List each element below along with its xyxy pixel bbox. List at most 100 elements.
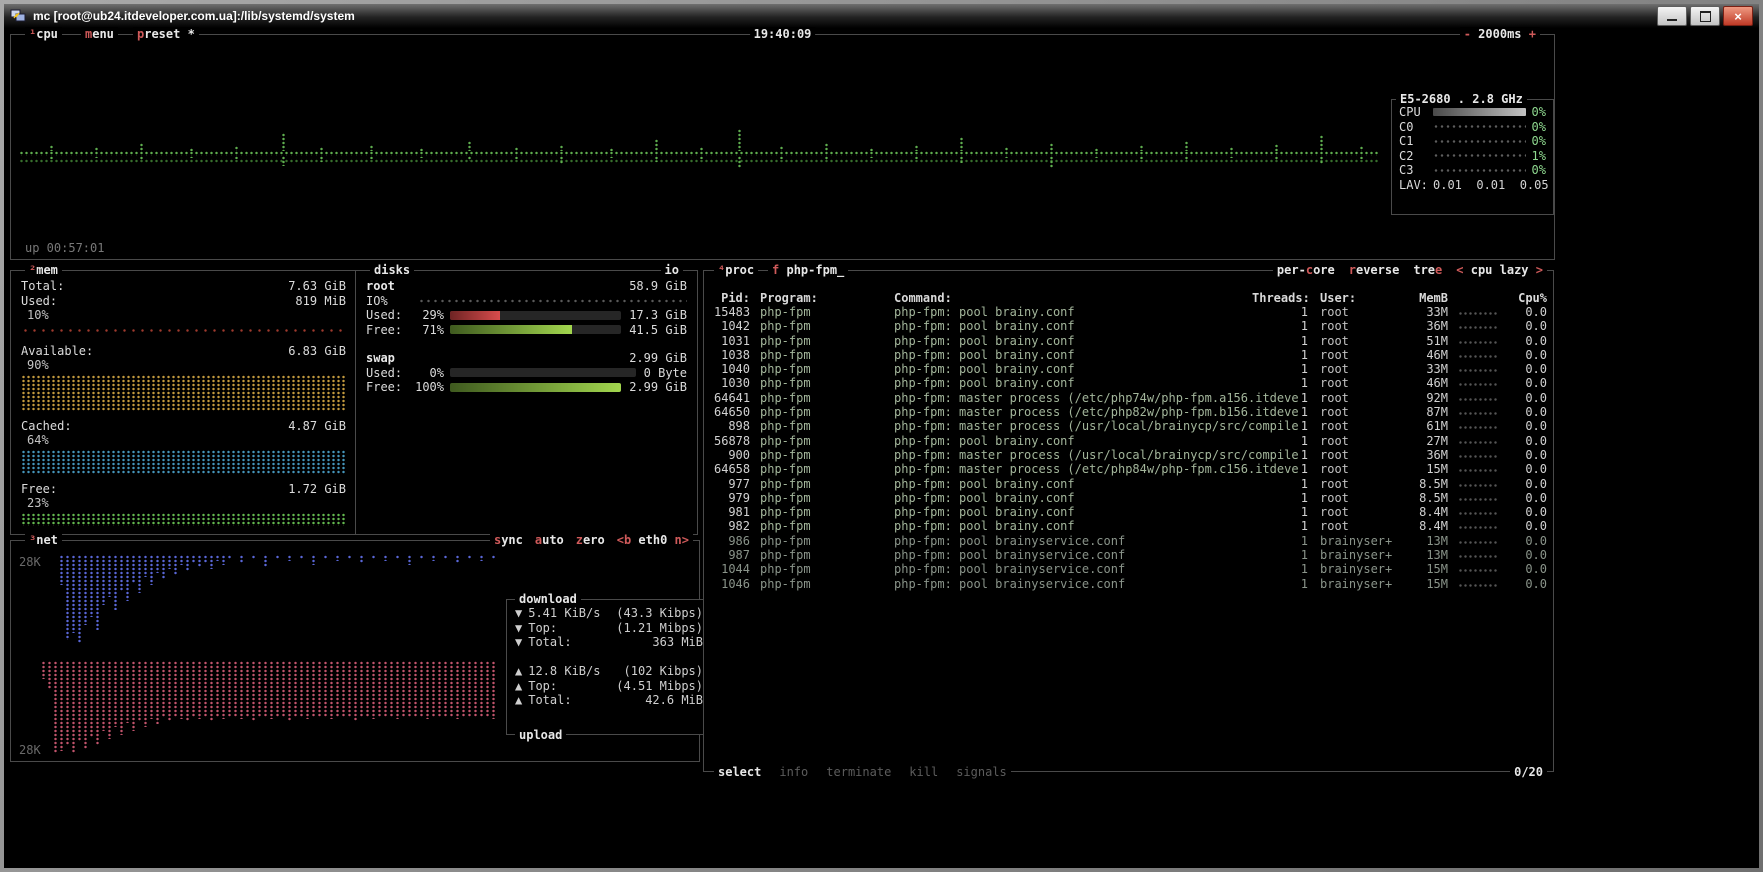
upload-bar [479, 661, 483, 717]
process-row[interactable]: 898php-fpmphp-fpm: master process (/usr/… [714, 419, 1547, 433]
process-threads: 1 [1252, 577, 1308, 591]
process-row[interactable]: 64650php-fpmphp-fpm: master process (/et… [714, 405, 1547, 419]
kill-button[interactable]: kill [909, 765, 938, 780]
cpu-graph-spike [234, 156, 238, 159]
upload-bar [329, 661, 333, 719]
select-button[interactable]: select [718, 765, 761, 780]
process-user: root [1320, 334, 1349, 348]
process-row[interactable]: 1040php-fpmphp-fpm: pool brainy.conf1roo… [714, 362, 1547, 376]
sync-button[interactable]: sync [494, 533, 523, 548]
mem-percent: 64% [21, 433, 346, 448]
menu-button[interactable]: menu [81, 27, 118, 42]
auto-button[interactable]: auto [535, 533, 564, 548]
proc-filter[interactable]: f php-fpm_ [768, 263, 848, 278]
info-button[interactable]: info [779, 765, 808, 780]
disk-stat-value: 0 Byte [644, 366, 687, 381]
download-bar [491, 555, 495, 559]
process-row[interactable]: 1044php-fpmphp-fpm: pool brainyservice.c… [714, 562, 1547, 576]
net-stat-label: Top: [528, 679, 557, 694]
mem-panel-title[interactable]: ²mem [25, 263, 62, 278]
reverse-toggle[interactable]: reverse [1349, 263, 1400, 278]
mem-stat-row: Cached:4.87 GiB [21, 419, 346, 434]
mem-stat-row: Free:1.72 GiB [21, 482, 346, 497]
process-command: php-fpm: pool brainy.conf [894, 319, 1075, 333]
process-row[interactable]: 1030php-fpmphp-fpm: pool brainy.conf1roo… [714, 376, 1547, 390]
upload-bar [431, 661, 435, 717]
process-cpu: 0.0 [1501, 491, 1547, 505]
upload-bar [443, 661, 447, 717]
net-stat-value: (43.3 Kibps) [616, 606, 703, 621]
cpu-graph-spike [319, 147, 323, 151]
process-user: root [1320, 348, 1349, 362]
upload-bar [161, 661, 165, 717]
process-row[interactable]: 64641php-fpmphp-fpm: master process (/et… [714, 391, 1547, 405]
io-toggle[interactable]: io [661, 263, 683, 278]
maximize-button[interactable] [1690, 6, 1720, 26]
upload-bar [395, 661, 399, 719]
mem-stat-label: Total: [21, 279, 64, 294]
interface-selector[interactable]: <b eth0 n> [617, 533, 689, 548]
upload-bar [119, 661, 123, 735]
process-threads: 1 [1252, 505, 1308, 519]
download-bar [215, 555, 219, 561]
process-command: php-fpm: pool brainyservice.conf [894, 577, 1125, 591]
process-row[interactable]: 56878php-fpmphp-fpm: pool brainy.conf1ro… [714, 434, 1547, 448]
process-program: php-fpm [760, 334, 811, 348]
net-stat-label: 12.8 KiB/s [528, 664, 600, 679]
process-threads: 1 [1252, 491, 1308, 505]
cpu-graph-spike [824, 156, 828, 160]
process-row[interactable]: 1038php-fpmphp-fpm: pool brainy.conf1roo… [714, 348, 1547, 362]
core-meter [1433, 169, 1526, 172]
cpu-graph-spike [737, 156, 741, 168]
upload-bar [455, 661, 459, 719]
cpu-panel-title[interactable]: ¹cpu [25, 27, 62, 42]
process-row[interactable]: 64658php-fpmphp-fpm: master process (/et… [714, 462, 1547, 476]
process-row[interactable]: 986php-fpmphp-fpm: pool brainyservice.co… [714, 534, 1547, 548]
sort-selector[interactable]: < cpu lazy > [1456, 263, 1543, 278]
process-row[interactable]: 979php-fpmphp-fpm: pool brainy.conf1root… [714, 491, 1547, 505]
per-core-toggle[interactable]: per-core [1277, 263, 1335, 278]
process-row[interactable]: 1046php-fpmphp-fpm: pool brainyservice.c… [714, 577, 1547, 591]
close-button[interactable]: × [1723, 6, 1753, 26]
process-row[interactable]: 977php-fpmphp-fpm: pool brainy.conf1root… [714, 477, 1547, 491]
disk-meter [450, 383, 621, 392]
minimize-button[interactable] [1657, 6, 1687, 26]
process-row[interactable]: 981php-fpmphp-fpm: pool brainy.conf1root… [714, 505, 1547, 519]
process-command: php-fpm: pool brainy.conf [894, 334, 1075, 348]
upload-bar [191, 661, 195, 717]
process-mem-graph [1458, 583, 1498, 588]
process-row[interactable]: 900php-fpmphp-fpm: master process (/usr/… [714, 448, 1547, 462]
process-command: php-fpm: pool brainyservice.conf [894, 534, 1125, 548]
upload-bar [179, 661, 183, 719]
process-mem: 15M [1396, 577, 1448, 591]
process-row[interactable]: 1031php-fpmphp-fpm: pool brainy.conf1roo… [714, 334, 1547, 348]
process-row[interactable]: 987php-fpmphp-fpm: pool brainyservice.co… [714, 548, 1547, 562]
disk-name: root [366, 279, 395, 294]
process-mem: 15M [1396, 562, 1448, 576]
process-mem-graph [1458, 368, 1498, 373]
upload-bar [197, 661, 201, 719]
proc-panel-title[interactable]: ⁴proc [714, 263, 758, 278]
process-threads: 1 [1252, 348, 1308, 362]
process-row[interactable]: 982php-fpmphp-fpm: pool brainy.conf1root… [714, 519, 1547, 533]
preset-button[interactable]: preset * [133, 27, 199, 42]
net-stat-label: Total: [528, 635, 571, 650]
process-program: php-fpm [760, 405, 811, 419]
cpu-graph-spike [1319, 135, 1323, 151]
tree-toggle[interactable]: tree [1413, 263, 1442, 278]
zero-button[interactable]: zero [576, 533, 605, 548]
disk-stat-percent: 29% [410, 308, 444, 323]
process-pid: 1031 [714, 334, 750, 348]
arrow-icon: ▲ [515, 693, 522, 708]
arrow-icon: ▲ [515, 664, 522, 679]
arrow-icon: ▲ [515, 679, 522, 694]
terminate-button[interactable]: terminate [826, 765, 891, 780]
process-row[interactable]: 15483php-fpmphp-fpm: pool brainy.conf1ro… [714, 305, 1547, 319]
signals-button[interactable]: signals [956, 765, 1007, 780]
net-panel-title[interactable]: ³net [25, 533, 62, 548]
process-row[interactable]: 1042php-fpmphp-fpm: pool brainy.conf1roo… [714, 319, 1547, 333]
download-bar [299, 555, 303, 559]
process-program: php-fpm [760, 448, 811, 462]
net-stat-row: ▼5.41 KiB/s(43.3 Kibps) [515, 606, 703, 621]
interval-control[interactable]: - 2000ms + [1460, 27, 1540, 42]
